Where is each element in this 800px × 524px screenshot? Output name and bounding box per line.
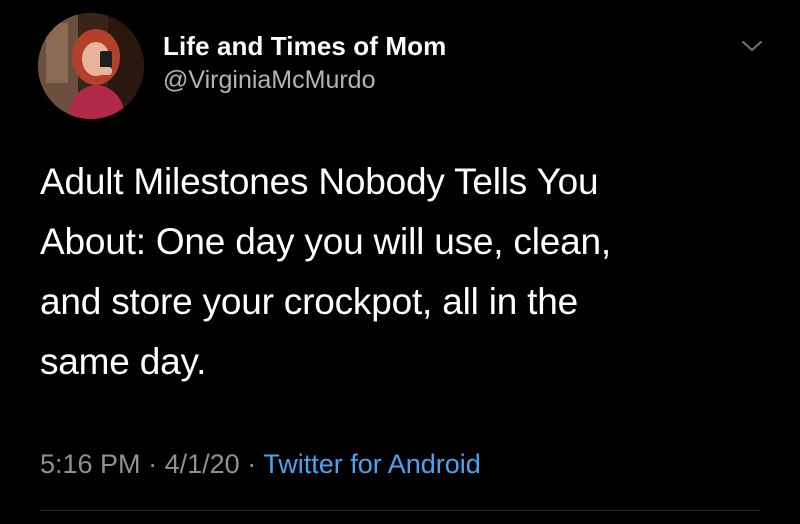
author-handle[interactable]: @VirginiaMcMurdo	[163, 64, 446, 96]
chevron-down-icon[interactable]	[740, 36, 764, 56]
divider	[40, 510, 760, 511]
tweet-card: Life and Times of Mom @VirginiaMcMurdo A…	[0, 0, 800, 524]
author-info[interactable]: Life and Times of Mom @VirginiaMcMurdo	[163, 30, 446, 96]
author-display-name[interactable]: Life and Times of Mom	[163, 30, 446, 62]
avatar[interactable]	[38, 13, 144, 119]
tweet-text: Adult Milestones Nobody Tells You About:…	[40, 161, 611, 382]
tweet-meta: 5:16 PM · 4/1/20 · Twitter for Android	[40, 446, 481, 482]
avatar-photo	[38, 13, 144, 119]
meta-separator: ·	[148, 449, 158, 479]
tweet-time[interactable]: 5:16 PM	[40, 449, 141, 479]
tweet-date[interactable]: 4/1/20	[165, 449, 240, 479]
meta-separator: ·	[247, 449, 257, 479]
tweet-source-link[interactable]: Twitter for Android	[263, 449, 481, 479]
